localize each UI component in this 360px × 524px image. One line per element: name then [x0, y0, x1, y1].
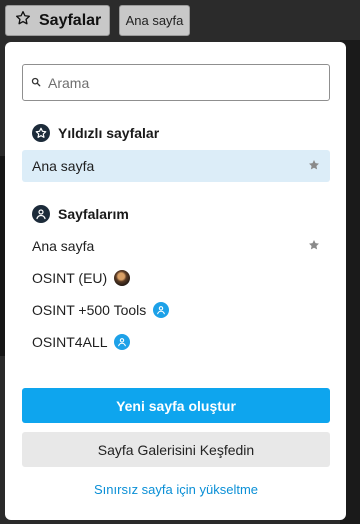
pages-menu-button[interactable]: Sayfalar	[5, 5, 110, 36]
upgrade-link[interactable]: Sınırsız sayfa için yükseltme	[22, 482, 330, 497]
star-outline-icon	[15, 10, 31, 31]
my-pages-section-header: Sayfalarım	[32, 204, 129, 224]
page-item-label: OSINT4ALL	[32, 334, 108, 350]
my-pages-section-title: Sayfalarım	[58, 206, 129, 222]
starred-section-title: Yıldızlı sayfalar	[58, 125, 160, 141]
page-item-home[interactable]: Ana sayfa	[22, 230, 330, 262]
starred-item-home[interactable]: Ana sayfa	[22, 150, 330, 182]
page-item-label: Ana sayfa	[32, 238, 95, 254]
page-item-label: OSINT (EU)	[32, 270, 108, 286]
team-icon	[153, 302, 170, 318]
home-tab-label: Ana sayfa	[125, 13, 184, 28]
pages-menu-label: Sayfalar	[39, 11, 102, 29]
team-icon	[114, 334, 131, 350]
star-icon	[32, 124, 50, 142]
page-item-label: Ana sayfa	[32, 158, 95, 174]
avatar	[114, 270, 131, 286]
page-item-osint-eu[interactable]: OSINT (EU)	[22, 262, 330, 294]
page-item-osint4all[interactable]: OSINT4ALL	[22, 326, 330, 358]
search-input[interactable]	[46, 73, 320, 92]
page-item-osint-500-tools[interactable]: OSINT +500 Tools	[22, 294, 330, 326]
home-tab[interactable]: Ana sayfa	[119, 5, 190, 36]
starred-section-header: Yıldızlı sayfalar	[32, 123, 159, 143]
star-filled-icon[interactable]	[308, 158, 320, 174]
user-icon	[32, 205, 50, 223]
explore-gallery-button[interactable]: Sayfa Galerisini Keşfedin	[22, 432, 330, 467]
search-icon	[31, 74, 41, 92]
create-page-button[interactable]: Yeni sayfa oluştur	[22, 388, 330, 423]
pages-dropdown: Yıldızlı sayfalar Ana sayfa Sayfalarım A…	[5, 42, 346, 520]
search-box[interactable]	[22, 64, 330, 101]
page-item-label: OSINT +500 Tools	[32, 302, 147, 318]
star-filled-icon[interactable]	[308, 238, 320, 254]
